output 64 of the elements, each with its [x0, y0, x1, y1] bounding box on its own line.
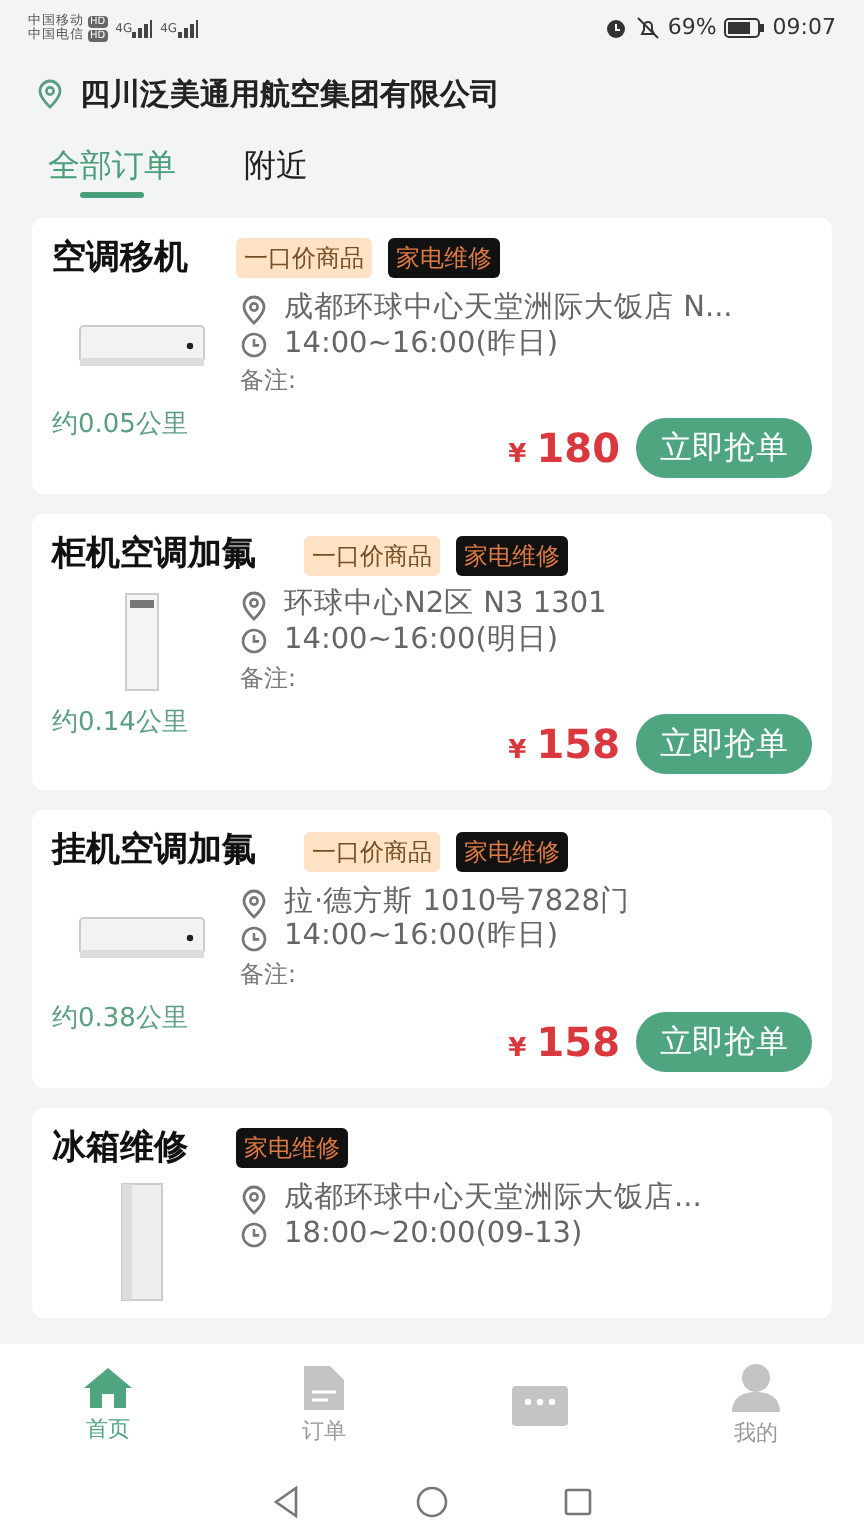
document-icon[interactable]	[302, 1363, 346, 1412]
back-icon[interactable]	[272, 1486, 300, 1518]
time-text: 14:00~16:00(昨日)	[284, 327, 559, 363]
signal-icon	[132, 19, 153, 37]
distance-text: 约0.38公里	[52, 1002, 188, 1039]
nav-tab[interactable]: 我的	[648, 1344, 864, 1468]
signal-icon	[177, 19, 198, 37]
home-circle-icon[interactable]	[416, 1486, 448, 1518]
price: ¥ 158	[508, 1015, 620, 1070]
address-text: 成都环球中心天堂洲际大饭店 N...	[284, 292, 733, 328]
address-text: 环球中心N2区 N3 1301	[284, 588, 607, 625]
grab-order-button[interactable]: 立即抢单	[636, 714, 812, 775]
nav-tab[interactable]: 首页	[0, 1344, 216, 1468]
tag: 一口价商品	[236, 238, 372, 279]
order-title: 冰箱维修	[52, 1125, 188, 1172]
alarm-icon	[603, 16, 628, 40]
note-label: 备注:	[240, 364, 299, 399]
address-text: 成都环球中心天堂洲际大饭店...	[284, 1182, 702, 1218]
location-icon	[240, 293, 268, 326]
time-text: 14:00~16:00(明日)	[284, 624, 559, 660]
tag: 家电维修	[456, 832, 568, 872]
company-name: 四川泛美通用航空集团有限公司	[80, 74, 500, 116]
home-icon[interactable]	[82, 1365, 134, 1410]
order-title: 挂机空调加氟	[52, 828, 256, 875]
location-icon	[240, 590, 268, 623]
air-conditioner-icon	[78, 914, 206, 963]
grab-order-button[interactable]: 立即抢单	[636, 417, 812, 478]
floor-air-conditioner-icon	[124, 592, 160, 693]
recents-icon[interactable]	[564, 1488, 592, 1516]
tab[interactable]: 全部订单	[48, 141, 176, 197]
clock-icon	[240, 330, 268, 361]
address-text: 拉·德方斯 1010号7828门	[284, 885, 631, 921]
fridge-icon	[120, 1182, 164, 1303]
tag: 一口价商品	[304, 832, 440, 872]
tab[interactable]: 附近	[244, 141, 308, 197]
mute-icon	[635, 16, 660, 40]
battery-percent: 69%	[667, 11, 717, 44]
time-text: 18:00~20:00(09-13)	[284, 1217, 583, 1253]
order-title: 空调移机	[52, 235, 188, 281]
note-label: 备注:	[240, 661, 299, 696]
distance-text: 约0.05公里	[52, 408, 188, 445]
order-title: 柜机空调加氟	[52, 531, 256, 578]
grab-order-button[interactable]: 立即抢单	[636, 1011, 812, 1072]
battery-icon	[724, 18, 765, 38]
location-icon	[36, 78, 64, 111]
tag: 家电维修	[236, 1128, 348, 1169]
tag: 家电维修	[388, 238, 500, 279]
time-text: 14:00~16:00(昨日)	[284, 920, 559, 957]
chat-icon[interactable]	[512, 1386, 568, 1426]
location-icon	[240, 1183, 268, 1216]
clock-icon	[240, 1220, 268, 1251]
note-label: 备注:	[240, 958, 299, 993]
clock-icon	[240, 626, 268, 657]
air-conditioner-icon	[78, 321, 206, 370]
distance-text: 约0.14公里	[52, 705, 188, 742]
tag: 一口价商品	[304, 535, 440, 576]
clock-time: 09:07	[772, 11, 836, 44]
location-icon	[240, 887, 268, 920]
nav-tab[interactable]: 订单	[216, 1344, 432, 1468]
tag: 家电维修	[456, 535, 568, 576]
person-icon[interactable]	[730, 1361, 782, 1414]
price: ¥ 180	[508, 421, 620, 476]
price: ¥ 158	[508, 718, 620, 773]
clock-icon	[240, 923, 268, 954]
